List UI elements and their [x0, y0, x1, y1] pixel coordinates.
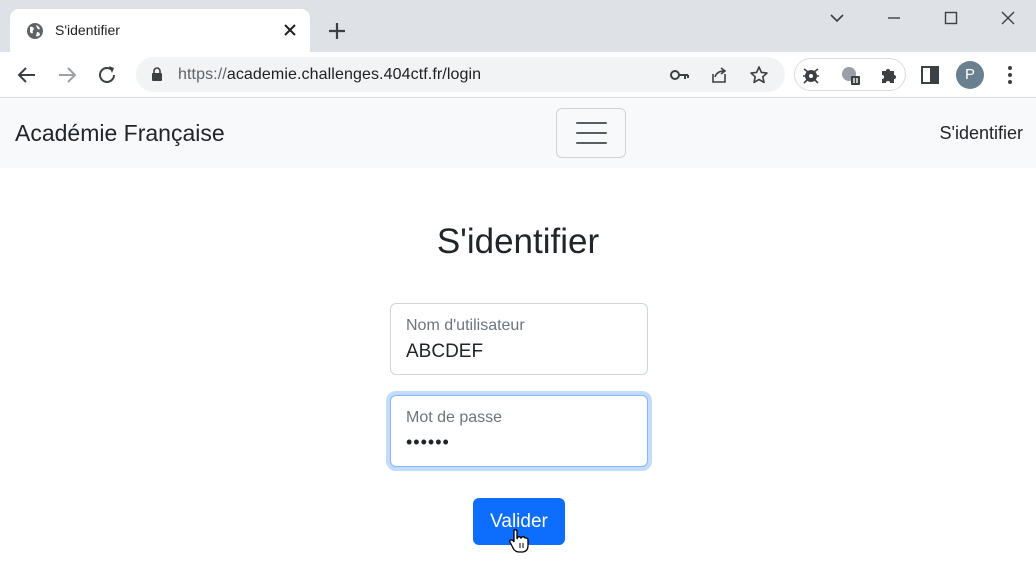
hamburger-line-icon [576, 132, 607, 134]
url-text[interactable]: https://academie.challenges.404ctf.fr/lo… [178, 66, 481, 84]
username-value[interactable]: ABCDEF [406, 341, 483, 363]
site-navbar: Académie Française S'identifier [0, 98, 1036, 168]
browser-tab[interactable]: S'identifier [10, 9, 310, 52]
browser-toolbar: https://academie.challenges.404ctf.fr/lo… [0, 52, 1036, 98]
hand-pointer-cursor-icon [509, 529, 529, 553]
back-icon[interactable] [14, 62, 40, 88]
tab-search-chevron-icon[interactable] [822, 6, 852, 30]
browser-tabstrip: S'identifier [0, 0, 1036, 52]
extensions-group [794, 58, 906, 91]
page-title: S'identifier [436, 222, 600, 261]
key-icon[interactable] [669, 65, 689, 85]
bookmark-star-icon[interactable] [749, 65, 769, 85]
minimize-icon[interactable] [879, 6, 909, 30]
tab-title: S'identifier [55, 22, 120, 38]
kebab-menu-icon[interactable] [999, 64, 1021, 86]
maximize-icon[interactable] [936, 6, 966, 30]
close-window-icon[interactable] [993, 6, 1023, 30]
navbar-login-link[interactable]: S'identifier [940, 123, 1023, 144]
navbar-toggler-button[interactable] [556, 108, 626, 158]
translate-extension-icon[interactable] [840, 65, 860, 85]
globe-icon [27, 23, 43, 39]
bug-extension-icon[interactable] [801, 65, 821, 85]
username-label: Nom d'utilisateur [406, 317, 525, 334]
hamburger-line-icon [576, 122, 607, 124]
url-scheme: https:// [178, 66, 227, 83]
profile-avatar[interactable]: P [956, 61, 984, 89]
password-field[interactable]: Mot de passe •••••• [390, 395, 648, 467]
password-label: Mot de passe [406, 409, 503, 426]
password-value[interactable]: •••••• [406, 432, 450, 453]
close-tab-icon[interactable] [282, 22, 298, 38]
url-host-path: academie.challenges.404ctf.fr/login [226, 66, 482, 83]
address-bar[interactable]: https://academie.challenges.404ctf.fr/lo… [136, 57, 785, 92]
forward-icon[interactable] [54, 62, 80, 88]
puzzle-extensions-icon[interactable] [879, 65, 899, 85]
side-panel-icon[interactable] [919, 64, 941, 86]
username-field[interactable]: Nom d'utilisateur ABCDEF [390, 303, 648, 375]
hamburger-line-icon [576, 142, 607, 144]
navbar-brand[interactable]: Académie Française [15, 120, 225, 147]
share-icon[interactable] [709, 65, 729, 85]
new-tab-icon[interactable] [325, 19, 349, 43]
lock-icon[interactable] [150, 67, 164, 82]
reload-icon[interactable] [94, 62, 120, 88]
